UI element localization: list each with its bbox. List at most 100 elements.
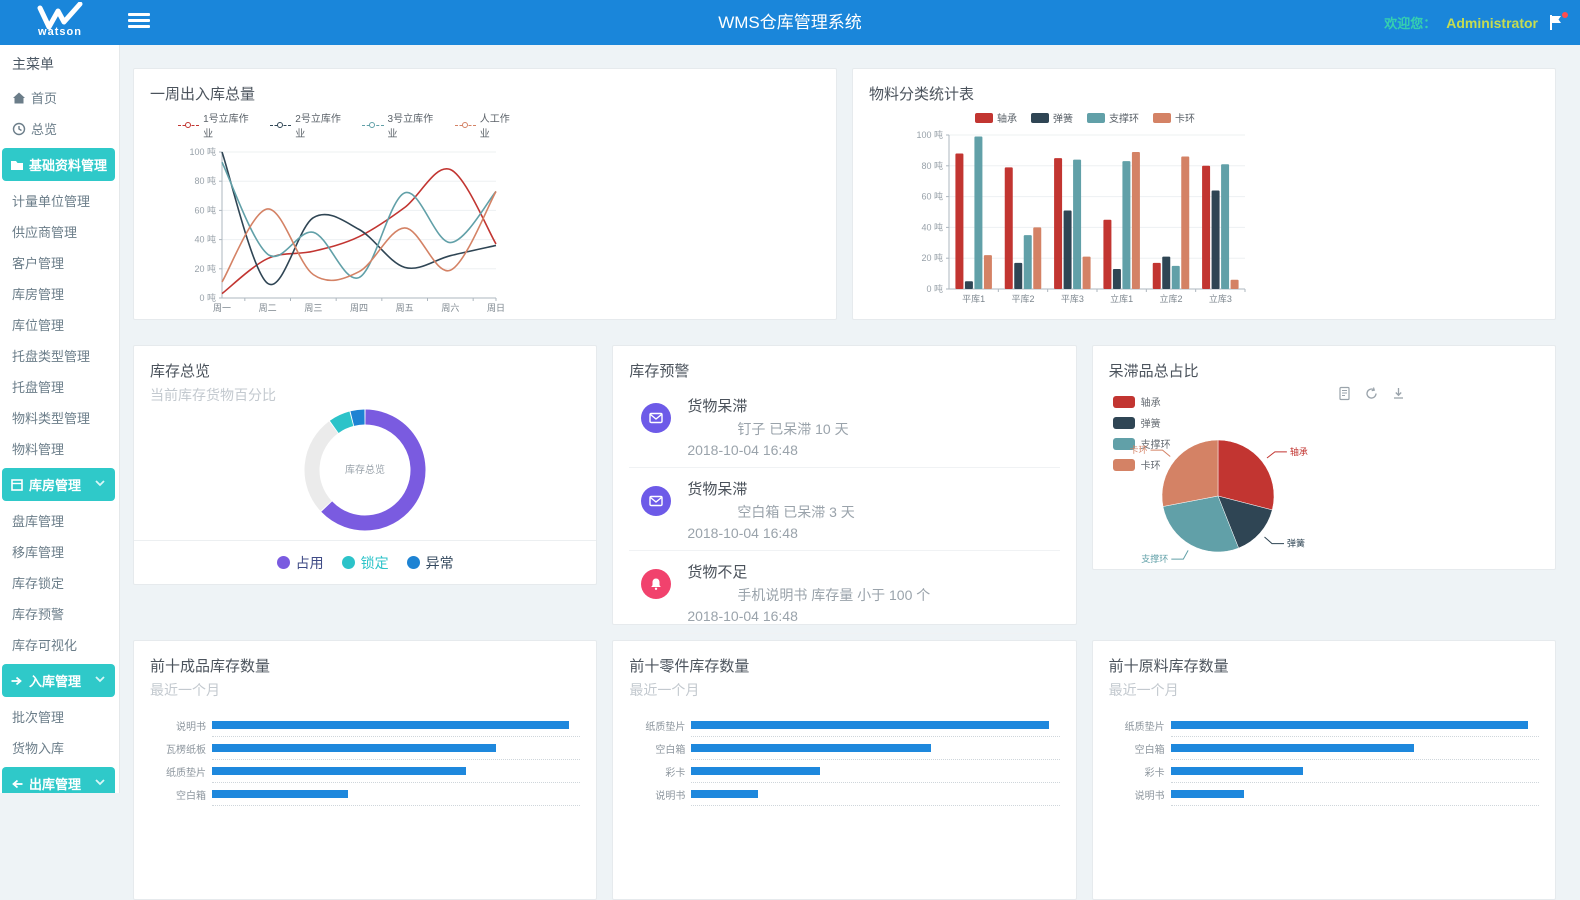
- sidebar-item-库房管理[interactable]: 库房管理: [0, 278, 119, 309]
- svg-text:周日: 周日: [487, 303, 505, 313]
- sidebar-item-总览[interactable]: 总览: [0, 113, 119, 144]
- panel-title: 呆滞品总占比: [1109, 360, 1539, 381]
- svg-text:周三: 周三: [304, 303, 322, 313]
- sidebar-item-托盘类型管理[interactable]: 托盘类型管理: [0, 340, 119, 371]
- svg-text:弹簧: 弹簧: [1287, 538, 1305, 549]
- legend-item-轴承[interactable]: 轴承: [975, 110, 1017, 125]
- sidebar-item-label: 出库管理: [29, 774, 81, 793]
- legend-item-弹簧[interactable]: 弹簧: [1031, 110, 1073, 125]
- overview-icon: [12, 122, 26, 136]
- sidebar-item-active-基础资料管理[interactable]: 基础资料管理: [2, 148, 115, 181]
- hbar-track: [1171, 760, 1539, 783]
- panel-title: 一周出入库总量: [150, 83, 820, 104]
- legend-item-异常[interactable]: 异常: [407, 553, 454, 573]
- alert-desc: 钉子 已呆滞 10 天: [737, 419, 848, 439]
- svg-text:立库3: 立库3: [1209, 293, 1232, 304]
- sidebar-item-客户管理[interactable]: 客户管理: [0, 247, 119, 278]
- sidebar-item-库位管理[interactable]: 库位管理: [0, 309, 119, 340]
- legend-item-占用[interactable]: 占用: [277, 553, 324, 573]
- sidebar-item-label: 库存锁定: [12, 573, 64, 592]
- legend-line-marker: [178, 122, 199, 129]
- sidebar-item-库存可视化[interactable]: 库存可视化: [0, 629, 119, 660]
- alert-title: 货物不足: [687, 561, 930, 582]
- sidebar-item-物料管理[interactable]: 物料管理: [0, 433, 119, 464]
- legend-item-轴承[interactable]: 轴承: [1113, 394, 1171, 409]
- alert-timestamp: 2018-10-04 16:48: [687, 442, 848, 458]
- sidebar-item-计量单位管理[interactable]: 计量单位管理: [0, 185, 119, 216]
- svg-text:平库2: 平库2: [1011, 293, 1034, 304]
- sidebar-group-库房管理[interactable]: 库房管理: [2, 468, 115, 501]
- sidebar-group-入库管理[interactable]: 入库管理: [2, 664, 115, 697]
- svg-text:60 吨: 60 吨: [194, 204, 216, 215]
- refresh-icon[interactable]: [1364, 386, 1379, 406]
- chevron-down-icon: [93, 476, 107, 493]
- legend-item-3号立库作业[interactable]: 3号立库作业: [362, 110, 440, 140]
- sidebar: 主菜单首页总览基础资料管理计量单位管理供应商管理客户管理库房管理库位管理托盘类型…: [0, 45, 120, 793]
- legend-item-支撑环[interactable]: 支撑环: [1087, 110, 1139, 125]
- sidebar-item-label: 基础资料管理: [29, 155, 107, 174]
- legend-item-卡环[interactable]: 卡环: [1153, 110, 1195, 125]
- legend-line-marker: [270, 122, 291, 129]
- hbar-row: 瓦楞纸板: [150, 737, 580, 760]
- legend-item-锁定[interactable]: 锁定: [342, 553, 389, 573]
- hbar-row: 说明书: [629, 783, 1059, 806]
- sidebar-item-批次管理[interactable]: 批次管理: [0, 701, 119, 732]
- sidebar-item-label: 托盘类型管理: [12, 346, 90, 365]
- legend-swatch: [1087, 113, 1105, 123]
- sidebar-item-库存预警[interactable]: 库存预警: [0, 598, 119, 629]
- alert-title: 货物呆滞: [687, 478, 854, 499]
- alert-title: 货物呆滞: [687, 395, 848, 416]
- hbar-category-label: 空白箱: [1109, 741, 1171, 756]
- legend-line-marker: [455, 122, 476, 129]
- alert-desc: 手机说明书 库存量 小于 100 个: [737, 585, 930, 605]
- svg-text:80 吨: 80 吨: [194, 175, 216, 186]
- material-bar-chart: 0 吨20 吨40 吨60 吨80 吨100 吨平库1平库2平库3立库1立库2立…: [905, 127, 1255, 313]
- sidebar-item-label: 库房管理: [29, 475, 81, 494]
- alert-body: 货物呆滞空白箱 已呆滞 3 天 2018-10-04 16:48: [687, 478, 854, 541]
- legend-item-人工作业[interactable]: 人工作业: [455, 110, 518, 140]
- sidebar-item-盘库管理[interactable]: 盘库管理: [0, 505, 119, 536]
- warehouse-icon: [10, 478, 24, 492]
- sidebar-item-移库管理[interactable]: 移库管理: [0, 536, 119, 567]
- panel-stock-alerts: 库存预警 货物呆滞钉子 已呆滞 10 天2018-10-04 16:48货物呆滞…: [612, 345, 1076, 625]
- hbar-row: 彩卡: [1109, 760, 1539, 783]
- legend-label: 卡环: [1175, 110, 1195, 125]
- sidebar-item-label: 总览: [31, 119, 57, 138]
- alert-timestamp: 2018-10-04 16:48: [687, 525, 854, 541]
- legend-item-1号立库作业[interactable]: 1号立库作业: [178, 110, 256, 140]
- legend-dot: [342, 556, 355, 569]
- svg-text:40 吨: 40 吨: [194, 234, 216, 245]
- sidebar-item-供应商管理[interactable]: 供应商管理: [0, 216, 119, 247]
- legend-item-2号立库作业[interactable]: 2号立库作业: [270, 110, 348, 140]
- sidebar-group-出库管理[interactable]: 出库管理: [2, 767, 115, 793]
- hbar-track: [1171, 783, 1539, 806]
- panel-title: 前十原料库存数量: [1109, 655, 1539, 676]
- panel-weekly-io: 一周出入库总量 1号立库作业2号立库作业3号立库作业人工作业 0 吨20 吨40…: [133, 68, 837, 320]
- sidebar-item-托盘管理[interactable]: 托盘管理: [0, 371, 119, 402]
- sidebar-item-首页[interactable]: 首页: [0, 82, 119, 113]
- hbar-track: [691, 714, 1059, 737]
- sidebar-item-货物入库[interactable]: 货物入库: [0, 732, 119, 763]
- folder-icon: [10, 158, 24, 172]
- panel-top-raw: 前十原料库存数量 最近一个月 纸质垫片空白箱彩卡说明书: [1092, 640, 1556, 900]
- app-header: watson WMS仓库管理系统 欢迎您： Administrator: [0, 0, 1580, 45]
- download-icon[interactable]: [1391, 386, 1406, 406]
- alert-desc: 空白箱 已呆滞 3 天: [737, 502, 854, 522]
- panel-material-stats: 物料分类统计表 轴承弹簧支撑环卡环 0 吨20 吨40 吨60 吨80 吨100…: [852, 68, 1556, 320]
- notification-flag-icon[interactable]: [1548, 14, 1566, 32]
- hbar-track: [212, 760, 580, 783]
- hbar-category-label: 彩卡: [1109, 764, 1171, 779]
- data-view-icon[interactable]: [1337, 386, 1352, 406]
- sidebar-item-物料类型管理[interactable]: 物料类型管理: [0, 402, 119, 433]
- parts-hbar-chart: 纸质垫片空白箱彩卡说明书: [629, 714, 1059, 806]
- alert-body: 货物呆滞钉子 已呆滞 10 天 2018-10-04 16:48: [687, 395, 848, 458]
- alert-item: 货物不足手机说明书 库存量 小于 100 个2018-10-04 16:48: [629, 551, 1059, 634]
- legend-label: 异常: [426, 553, 454, 573]
- svg-text:立库2: 立库2: [1159, 293, 1182, 304]
- sidebar-item-库存锁定[interactable]: 库存锁定: [0, 567, 119, 598]
- username[interactable]: Administrator: [1446, 15, 1538, 31]
- svg-text:80 吨: 80 吨: [921, 160, 943, 171]
- hbar-track: [1171, 737, 1539, 760]
- weekly-line-chart: 0 吨20 吨40 吨60 吨80 吨100 吨周一周二周三周四周五周六周日: [178, 142, 508, 324]
- hbar-track: [212, 714, 580, 737]
